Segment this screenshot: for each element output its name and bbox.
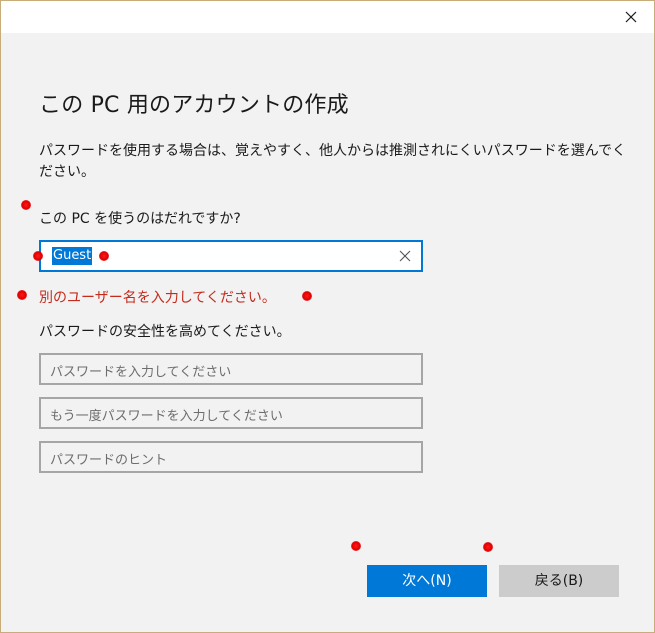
password-placeholder: パスワードを入力してください <box>50 365 232 380</box>
password-hint-placeholder: パスワードのヒント <box>50 453 168 468</box>
close-icon <box>625 11 637 23</box>
annotation-marker <box>351 541 361 551</box>
password-input[interactable]: パスワードを入力してください <box>39 353 423 385</box>
annotation-marker <box>33 251 43 261</box>
password-hint-input[interactable]: パスワードのヒント <box>39 441 423 473</box>
next-button[interactable]: 次へ(N) <box>367 565 487 597</box>
create-account-dialog: この PC 用のアカウントの作成 パスワードを使用する場合は、覚えやすく、他人か… <box>0 0 655 633</box>
annotation-marker <box>17 290 27 300</box>
close-button[interactable] <box>608 1 654 33</box>
username-value[interactable]: Guest <box>52 247 93 265</box>
password-confirm-input[interactable]: もう一度パスワードを入力してください <box>39 397 423 429</box>
annotation-marker <box>302 291 312 301</box>
username-input[interactable]: Guest <box>39 240 423 272</box>
annotation-marker <box>483 542 493 552</box>
annotation-marker <box>21 200 31 210</box>
page-title: この PC 用のアカウントの作成 <box>39 93 349 118</box>
back-button[interactable]: 戻る(B) <box>499 565 619 597</box>
annotation-marker <box>99 251 109 261</box>
title-bar <box>1 1 654 33</box>
error-message: 別のユーザー名を入力してください。 <box>39 290 276 306</box>
username-label: この PC を使うのはだれですか? <box>39 211 241 227</box>
password-confirm-placeholder: もう一度パスワードを入力してください <box>50 409 283 424</box>
clear-icon[interactable] <box>397 248 413 264</box>
password-section-label: パスワードの安全性を高めてください。 <box>39 324 291 340</box>
description-text: パスワードを使用する場合は、覚えやすく、他人からは推測されにくいパスワードを選ん… <box>39 143 627 180</box>
